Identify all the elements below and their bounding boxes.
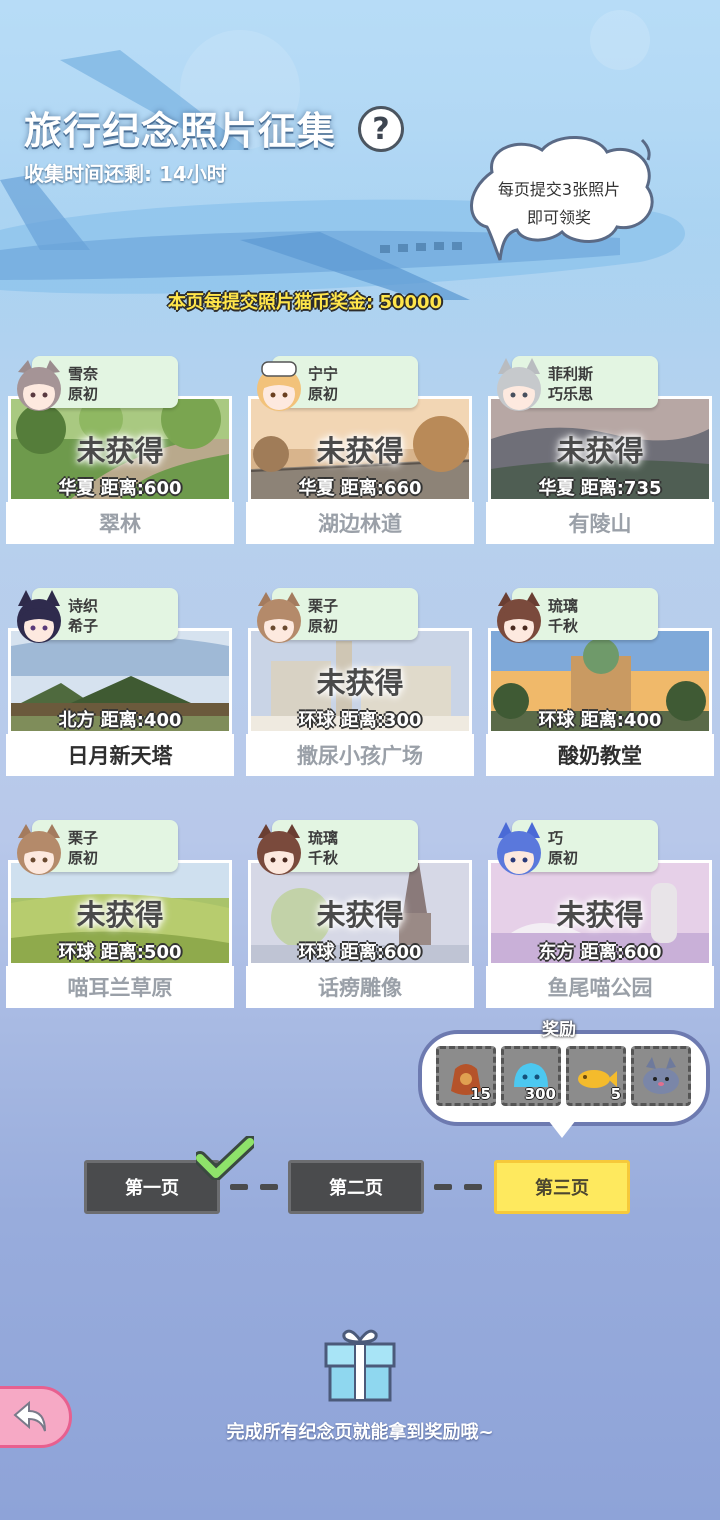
cat-girl-avatar-icon [17,360,61,411]
status-locked: 未获得 [76,434,164,468]
character-name: 宁宁 [308,365,339,383]
coin-bonus-text: 本页每提交照片猫币奖金: 50000 [168,292,443,313]
back-arrow-icon [13,1400,46,1432]
distance-label: 华夏 距离:660 [298,478,422,499]
cat-girl-avatar-icon [257,824,301,875]
distance-label: 环球 距离:600 [298,942,422,963]
reward-item-treasure-bag[interactable]: 15 [436,1046,496,1106]
location-name: 鱼尾喵公园 [486,966,714,1008]
photo-card-cuilin[interactable]: 未获得 华夏 距离:600 翠林 雪奈 原初 [6,356,234,544]
character-variant: 原初 [308,385,339,403]
distance-label: 环球 距离:400 [538,710,662,731]
photo-card-hubian-lindao[interactable]: 未获得 华夏 距离:660 湖边林道 宁宁 原初 [246,356,474,544]
question-mark-icon: ? [372,111,390,147]
distance-label: 环球 距离:500 [58,942,182,963]
status-locked: 未获得 [316,434,404,468]
character-variant: 原初 [548,849,579,867]
reward-count: 15 [470,1085,491,1103]
location-name: 翠林 [6,502,234,544]
status-locked: 未获得 [556,434,644,468]
photo-card-saniao-xiaohai-guangchang[interactable]: 未获得 环球 距离:300 撒尿小孩广场 栗子 原初 [246,588,474,776]
character-name: 栗子 [308,597,339,615]
cat-girl-avatar-icon [257,592,301,643]
back-button[interactable] [0,1386,72,1448]
reward-label: 奖励 [542,1020,576,1040]
page-3-button[interactable]: 第三页 [494,1160,630,1214]
character-name: 诗织 [68,597,99,615]
character-name: 巧 [548,829,564,847]
character-variant: 巧乐思 [548,385,594,403]
photo-card-yuweimiao-gongyuan[interactable]: 未获得 东方 距离:600 鱼尾喵公园 巧 原初 [486,820,714,1008]
distance-label: 北方 距离:400 [58,710,182,731]
reward-count: 300 [524,1085,556,1103]
status-locked: 未获得 [316,666,404,700]
character-name: 菲利斯 [548,365,594,383]
status-locked: 未获得 [316,898,404,932]
footer-hint: 完成所有纪念页就能拿到奖励哦~ [226,1422,494,1443]
gift-box-icon[interactable] [322,1326,398,1402]
distance-label: 华夏 距离:600 [58,478,182,499]
reward-item-blue-slime[interactable]: 300 [501,1046,561,1106]
character-variant: 原初 [68,385,99,403]
character-name: 雪奈 [68,365,99,383]
cat-girl-avatar-icon [497,358,541,411]
page-connector [230,1184,248,1190]
character-name: 栗子 [68,829,99,847]
photo-card-hualao-diaoxiang[interactable]: 未获得 环球 距离:600 话痨雕像 琉璃 千秋 [246,820,474,1008]
distance-label: 东方 距离:600 [538,942,662,963]
character-variant: 希子 [68,617,99,635]
character-variant: 千秋 [308,849,339,867]
reward-item-golden-fish[interactable]: 5 [566,1046,626,1106]
photo-card-riyue-xintianta[interactable]: 北方 距离:400 日月新天塔 诗织 希子 [6,588,234,776]
reward-item-cat-plush[interactable] [631,1046,691,1106]
page-connector [434,1184,452,1190]
location-name: 话痨雕像 [246,966,474,1008]
location-name: 喵耳兰草原 [6,966,234,1008]
character-variant: 原初 [308,617,339,635]
bubble-line-1: 每页提交3张照片 [497,180,621,199]
photo-card-miaoerlan-caoyuan[interactable]: 未获得 环球 距离:500 喵耳兰草原 栗子 原初 [6,820,234,1008]
photo-card-youling-shan[interactable]: 未获得 华夏 距离:735 有陵山 菲利斯 巧乐思 [486,356,714,544]
reward-panel-pointer [548,1120,576,1138]
character-name: 琉璃 [548,597,579,615]
cat-girl-avatar-icon [497,592,541,643]
distance-label: 环球 距离:300 [298,710,422,731]
status-locked: 未获得 [556,898,644,932]
location-name: 日月新天塔 [6,734,234,776]
checkmark-icon [196,1136,254,1180]
status-locked: 未获得 [76,898,164,932]
cat-girl-avatar-icon [497,822,541,875]
help-button[interactable]: ? [358,106,404,152]
location-name: 有陵山 [486,502,714,544]
cat-girl-avatar-icon [17,590,61,643]
character-name: 琉璃 [308,829,339,847]
reward-count: 5 [610,1085,621,1103]
page-connector [260,1184,278,1190]
character-variant: 原初 [68,849,99,867]
page-title: 旅行纪念照片征集 [24,109,337,153]
location-name: 撒尿小孩广场 [246,734,474,776]
bubble-line-2: 即可领奖 [526,208,591,227]
cat-plush-icon [643,1057,679,1094]
bubble-text: 每页提交3张照片 即可领奖 [476,176,642,232]
cat-girl-avatar-icon [17,824,61,875]
page-2-button[interactable]: 第二页 [288,1160,424,1214]
collection-timer: 收集时间还剩: 14小时 [24,162,227,186]
location-name: 湖边林道 [246,502,474,544]
location-name: 酸奶教堂 [486,734,714,776]
character-variant: 千秋 [548,617,579,635]
distance-label: 华夏 距离:735 [538,478,662,499]
photo-card-suannai-jiaotang[interactable]: 环球 距离:400 酸奶教堂 琉璃 千秋 [486,588,714,776]
page-connector [464,1184,482,1190]
cat-girl-avatar-icon [257,361,301,411]
